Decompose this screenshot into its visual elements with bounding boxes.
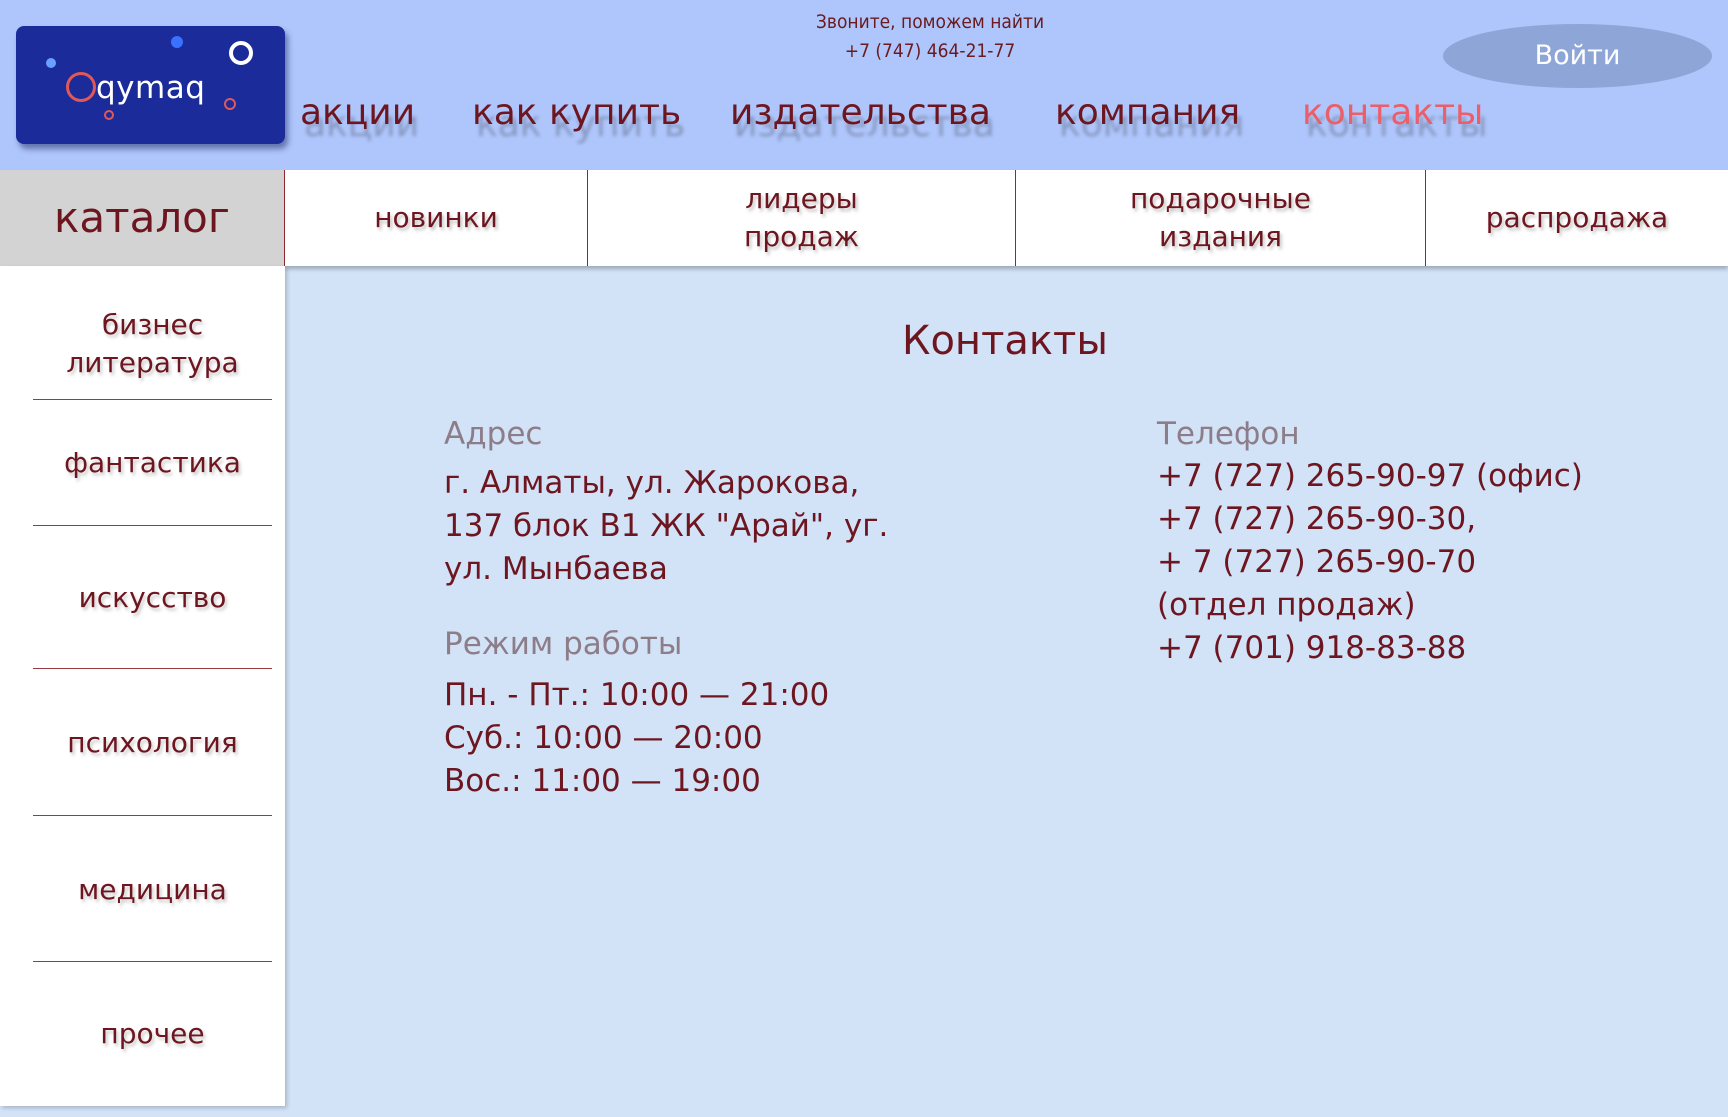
sidebar-item-label: прочее	[100, 1017, 205, 1050]
divider	[33, 668, 272, 669]
phone-line[interactable]: + 7 (727) 265-90-70	[1157, 541, 1583, 584]
address-line: г. Алматы, ул. Жарокова,	[444, 465, 860, 501]
logo-dot-icon	[46, 58, 56, 68]
address-block: г. Алматы, ул. Жарокова, 137 блок В1 ЖК …	[444, 462, 888, 591]
hours-line: Вос.: 11:00 — 19:00	[444, 763, 761, 799]
tab-sale[interactable]: распродажа	[1426, 170, 1728, 266]
phone-note: (отдел продаж)	[1157, 587, 1416, 623]
nav-contacts[interactable]: контакты	[1302, 92, 1483, 133]
phone-line[interactable]: +7 (727) 265-90-97 (офис)	[1157, 455, 1583, 498]
call-phone: +7 (747) 464-21-77	[844, 40, 1016, 62]
sidebar-item-label: бизнес	[101, 308, 204, 341]
logo[interactable]: qymaq	[16, 26, 285, 144]
login-button[interactable]: Войти	[1443, 24, 1712, 88]
nav-publishers[interactable]: издательства	[730, 92, 991, 133]
catalog-button[interactable]: каталог	[0, 170, 285, 266]
tab-bestsellers[interactable]: лидеры продаж	[588, 170, 1016, 266]
logo-ring-icon	[229, 41, 253, 65]
divider	[33, 525, 272, 526]
hours-line: Пн. - Пт.: 10:00 — 21:00	[444, 677, 830, 713]
divider	[33, 399, 272, 400]
nav-company[interactable]: компания	[1055, 92, 1240, 133]
tab-label: лидеры	[745, 182, 858, 215]
hours-label: Режим работы	[444, 626, 683, 662]
sidebar: бизнес литература фантастика искусство п…	[0, 266, 285, 1106]
sidebar-item-medicine[interactable]: медицина	[33, 817, 272, 963]
sidebar-item-fantasy[interactable]: фантастика	[33, 401, 272, 525]
catalog-bar: каталог новинки лидеры продаж подарочные…	[0, 170, 1728, 266]
nav-promotions[interactable]: акции	[300, 92, 415, 133]
tab-new-arrivals[interactable]: новинки	[285, 170, 588, 266]
logo-dot-icon	[224, 98, 236, 110]
divider	[33, 815, 272, 816]
sidebar-item-label: искусство	[78, 581, 227, 614]
address-label: Адрес	[444, 416, 543, 452]
address-line: ул. Мынбаева	[444, 551, 668, 587]
tab-gift-editions[interactable]: подарочные издания	[1016, 170, 1426, 266]
logo-dot-icon	[171, 36, 183, 48]
phone-block: +7 (727) 265-90-97 (офис) +7 (727) 265-9…	[1157, 455, 1583, 670]
phone-line[interactable]: +7 (727) 265-90-30,	[1157, 498, 1583, 541]
sidebar-item-label: психология	[67, 726, 238, 759]
sidebar-item-label: медицина	[78, 873, 227, 906]
phone-label: Телефон	[1157, 416, 1300, 452]
hours-block: Пн. - Пт.: 10:00 — 21:00 Суб.: 10:00 — 2…	[444, 674, 829, 803]
sidebar-item-label: литература	[66, 346, 239, 379]
divider	[33, 961, 272, 962]
page-title: Контакты	[902, 318, 1108, 364]
sidebar-item-art[interactable]: искусство	[33, 527, 272, 669]
phone-line[interactable]: +7 (701) 918-83-88	[1157, 627, 1583, 670]
logo-text: qymaq	[96, 70, 206, 106]
sidebar-item-label: фантастика	[64, 446, 241, 479]
hours-line: Суб.: 10:00 — 20:00	[444, 720, 763, 756]
nav-how-to-buy[interactable]: как купить	[472, 92, 681, 133]
tab-label: распродажа	[1485, 201, 1669, 234]
sidebar-item-other[interactable]: прочее	[33, 963, 272, 1105]
sidebar-item-psychology[interactable]: психология	[33, 670, 272, 816]
tab-label: продаж	[744, 220, 859, 253]
tab-label: новинки	[374, 201, 498, 234]
logo-dot-icon	[104, 110, 114, 120]
call-line: Звоните, поможем найти	[815, 11, 1045, 33]
sidebar-item-business[interactable]: бизнес литература	[33, 306, 272, 382]
tab-label: подарочные	[1129, 182, 1312, 215]
logo-ring-icon	[66, 72, 96, 102]
call-info: Звоните, поможем найти +7 (747) 464-21-7…	[760, 8, 1100, 66]
header: qymaq Звоните, поможем найти +7 (747) 46…	[0, 0, 1728, 170]
tab-label: издания	[1159, 220, 1282, 253]
address-line: 137 блок В1 ЖК "Арай", уг.	[444, 508, 889, 544]
